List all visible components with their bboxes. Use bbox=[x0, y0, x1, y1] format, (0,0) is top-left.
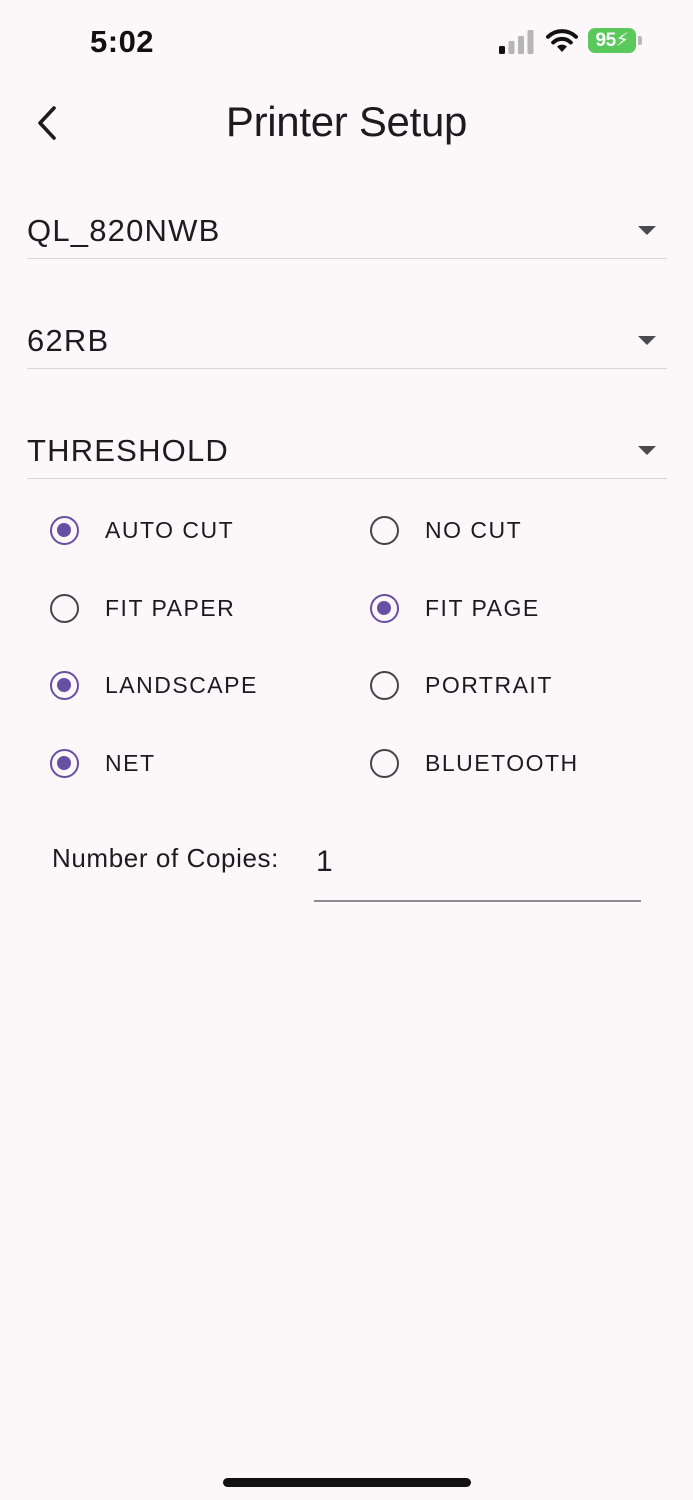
radio-portrait[interactable]: PORTRAIT bbox=[370, 665, 553, 705]
battery-cap bbox=[638, 36, 642, 45]
home-indicator bbox=[223, 1478, 471, 1487]
radio-label: BLUETOOTH bbox=[425, 749, 579, 776]
status-bar: 5:02 95 ⚡ bbox=[0, 0, 693, 82]
radio-selected-icon bbox=[50, 515, 79, 545]
radio-label: NET bbox=[105, 749, 156, 776]
radio-selected-icon bbox=[370, 593, 399, 623]
battery-level: 95 bbox=[595, 29, 617, 51]
status-time: 5:02 bbox=[90, 24, 155, 59]
printer-model-value: QL_820NWB bbox=[27, 213, 221, 248]
radio-fit-paper[interactable]: FIT PAPER bbox=[50, 588, 235, 628]
radio-net[interactable]: NET bbox=[50, 743, 156, 783]
radio-auto-cut[interactable]: AUTO CUT bbox=[50, 510, 234, 550]
radio-label: LANDSCAPE bbox=[105, 671, 258, 698]
radio-unselected-icon bbox=[370, 670, 399, 700]
radio-label: FIT PAPER bbox=[105, 594, 236, 621]
print-mode-value: THRESHOLD bbox=[27, 433, 229, 468]
copies-input[interactable] bbox=[314, 836, 641, 902]
print-mode-dropdown[interactable]: THRESHOLD bbox=[27, 423, 667, 479]
radio-label: AUTO CUT bbox=[105, 516, 235, 543]
printer-model-dropdown[interactable]: QL_820NWB bbox=[27, 203, 667, 259]
cellular-signal-icon bbox=[499, 30, 534, 54]
radio-unselected-icon bbox=[370, 748, 399, 778]
radio-no-cut[interactable]: NO CUT bbox=[370, 510, 522, 550]
radio-unselected-icon bbox=[370, 515, 399, 545]
dropdown-arrow-icon bbox=[638, 446, 656, 455]
radio-selected-icon bbox=[50, 748, 79, 778]
battery-icon: 95 ⚡ bbox=[588, 28, 636, 53]
charging-bolt-icon: ⚡ bbox=[615, 30, 629, 51]
radio-fit-page[interactable]: FIT PAGE bbox=[370, 588, 540, 628]
radio-selected-icon bbox=[50, 670, 79, 700]
radio-label: NO CUT bbox=[425, 516, 523, 543]
dropdown-arrow-icon bbox=[638, 226, 656, 235]
radio-label: PORTRAIT bbox=[425, 671, 553, 698]
label-size-dropdown[interactable]: 62RB bbox=[27, 313, 667, 369]
label-size-value: 62RB bbox=[27, 323, 110, 358]
radio-label: FIT PAGE bbox=[425, 594, 540, 621]
dropdown-arrow-icon bbox=[638, 336, 656, 345]
copies-label: Number of Copies: bbox=[52, 843, 279, 873]
radio-landscape[interactable]: LANDSCAPE bbox=[50, 665, 258, 705]
radio-bluetooth[interactable]: BLUETOOTH bbox=[370, 743, 579, 783]
radio-unselected-icon bbox=[50, 593, 79, 623]
wifi-icon bbox=[546, 29, 578, 52]
page-title: Printer Setup bbox=[225, 98, 468, 145]
